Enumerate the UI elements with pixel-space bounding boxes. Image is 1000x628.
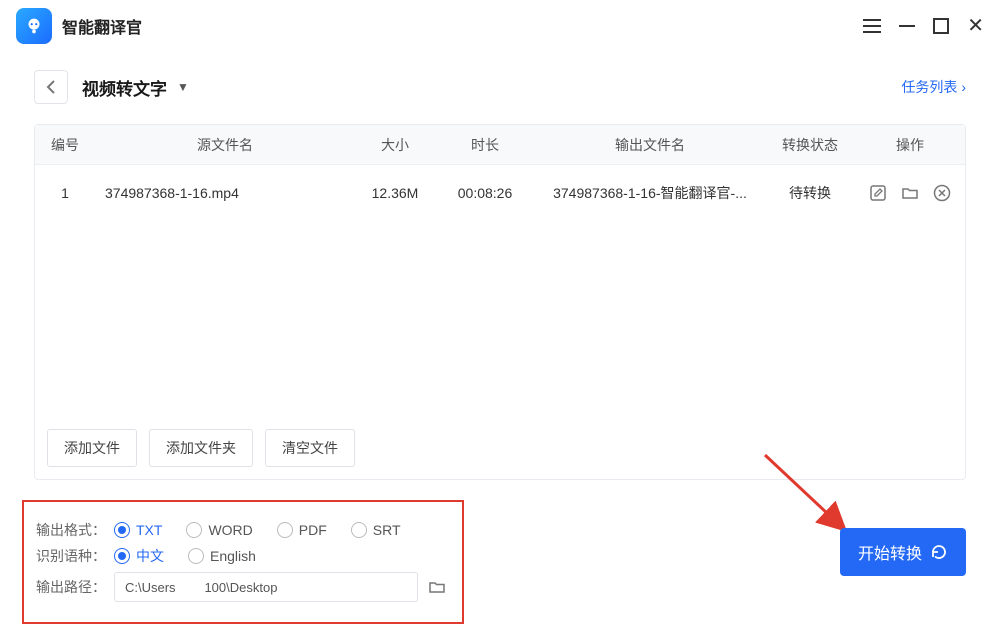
hamburger-menu-icon[interactable] [863,19,881,33]
chevron-right-icon: › [961,79,966,95]
edit-icon[interactable] [867,182,889,204]
add-file-button[interactable]: 添加文件 [47,429,137,467]
col-duration: 时长 [435,135,535,155]
lang-radio-en[interactable]: English [188,548,256,564]
settings-panel: 输出格式： TXT WORD PDF SRT 识别语种： 中文 English … [22,500,464,624]
language-label: 识别语种： [36,546,114,566]
lang-radio-zh[interactable]: 中文 [114,546,164,566]
output-path-input[interactable] [114,572,418,602]
col-actions: 操作 [855,135,965,155]
col-size: 大小 [355,135,435,155]
file-table: 编号 源文件名 大小 时长 输出文件名 转换状态 操作 1 374987368-… [34,124,966,480]
col-number: 编号 [35,135,95,155]
delete-icon[interactable] [931,182,953,204]
maximize-button[interactable] [933,18,949,34]
folder-icon[interactable] [899,182,921,204]
format-label: 输出格式： [36,520,114,540]
col-status: 转换状态 [765,135,855,155]
format-radio-word[interactable]: WORD [186,522,252,538]
close-button[interactable]: ✕ [967,16,984,36]
path-label: 输出路径： [36,577,114,597]
task-list-link[interactable]: 任务列表› [901,77,966,97]
table-row: 1 374987368-1-16.mp4 12.36M 00:08:26 374… [35,165,965,221]
back-button[interactable] [34,70,68,104]
start-convert-button[interactable]: 开始转换 [840,528,966,576]
minimize-button[interactable] [899,25,915,27]
browse-folder-icon[interactable] [424,574,450,600]
col-output: 输出文件名 [535,135,765,155]
add-folder-button[interactable]: 添加文件夹 [149,429,253,467]
page-title: 视频转文字 [82,75,167,100]
refresh-icon [930,543,948,561]
format-radio-txt[interactable]: TXT [114,522,162,538]
col-source: 源文件名 [95,135,355,155]
format-radio-pdf[interactable]: PDF [277,522,327,538]
title-dropdown-icon[interactable]: ▼ [177,80,189,94]
clear-files-button[interactable]: 清空文件 [265,429,355,467]
app-title: 智能翻译官 [62,14,142,38]
app-logo-icon [16,8,52,44]
format-radio-srt[interactable]: SRT [351,522,401,538]
